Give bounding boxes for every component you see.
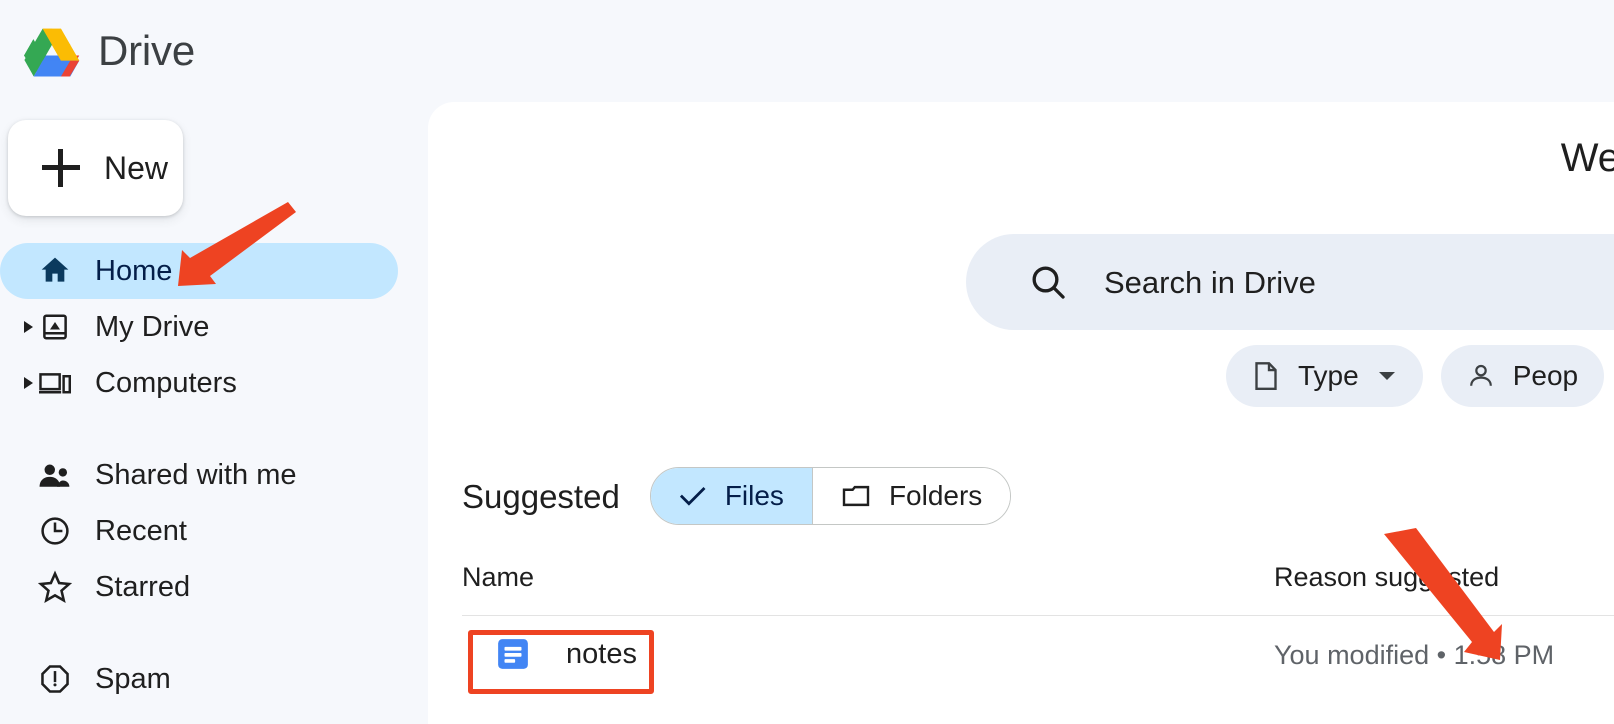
- sidebar-item-label: Starred: [95, 570, 191, 603]
- file-cell-notes[interactable]: notes: [462, 622, 671, 686]
- google-drive-app: Drive New Home My Drive Computers Shared…: [0, 0, 1614, 724]
- search-input[interactable]: Search in Drive: [966, 234, 1614, 330]
- google-drive-logo-icon: [24, 28, 80, 77]
- sidebar-item-label: Computers: [95, 366, 237, 399]
- sidebar-item-label: Spam: [95, 662, 171, 695]
- file-name: notes: [566, 637, 637, 670]
- sidebar-item-spam[interactable]: Spam: [0, 651, 428, 707]
- suggested-header: Suggested Files Folders: [462, 467, 1012, 525]
- filter-chip-label: Type: [1298, 360, 1359, 391]
- chevron-down-icon: [1378, 372, 1395, 380]
- toggle-folders[interactable]: Folders: [811, 468, 1011, 524]
- filter-chip-label: Peop: [1512, 360, 1579, 391]
- computer-icon: [38, 366, 72, 400]
- sidebar-item-label: Recent: [95, 514, 187, 547]
- sidebar-item-shared-with-me[interactable]: Shared with me: [0, 447, 428, 503]
- toggle-files[interactable]: Files: [650, 468, 812, 524]
- new-button-label: New: [104, 150, 169, 186]
- column-header-name: Name: [462, 562, 535, 592]
- google-docs-icon: [498, 639, 528, 669]
- nav-divider-gap-2: [0, 615, 428, 651]
- new-button[interactable]: New: [8, 120, 183, 216]
- person-icon: [1469, 364, 1492, 386]
- clock-icon: [38, 514, 72, 548]
- search-placeholder: Search in Drive: [1104, 264, 1316, 300]
- sidebar-item-my-drive[interactable]: My Drive: [0, 299, 428, 355]
- brand-header[interactable]: Drive: [22, 16, 195, 86]
- sidebar-nav: Home My Drive Computers Shared with me R…: [0, 243, 428, 707]
- plus-icon: [42, 149, 80, 187]
- column-header-reason-suggested: Reason suggested: [1274, 562, 1500, 592]
- sidebar-item-label: Shared with me: [95, 458, 297, 491]
- table-header-row: Name Reason suggested: [462, 562, 1614, 616]
- sidebar-item-recent[interactable]: Recent: [0, 503, 428, 559]
- toggle-files-label: Files: [724, 480, 784, 511]
- chevron-right-icon[interactable]: [22, 320, 36, 334]
- sidebar-item-label: My Drive: [95, 310, 210, 343]
- check-icon: [679, 487, 706, 506]
- search-icon: [1032, 266, 1065, 299]
- filter-chips: Type Peop: [1226, 345, 1605, 407]
- suggested-title: Suggested: [462, 477, 620, 515]
- files-folders-toggle: Files Folders: [649, 467, 1012, 525]
- folder-icon: [842, 485, 870, 507]
- sidebar: Drive New Home My Drive Computers Shared…: [0, 0, 428, 724]
- filter-chip-type[interactable]: Type: [1226, 345, 1423, 407]
- table-row[interactable]: notes You modified • 1:58 PM: [462, 616, 1614, 692]
- sidebar-item-home[interactable]: Home: [0, 243, 398, 299]
- people-icon: [38, 458, 72, 492]
- filter-chip-people[interactable]: Peop: [1440, 345, 1605, 407]
- reason-suggested-cell: You modified • 1:58 PM: [1274, 640, 1555, 670]
- chevron-right-icon[interactable]: [22, 376, 36, 390]
- home-icon: [38, 254, 72, 288]
- sidebar-item-computers[interactable]: Computers: [0, 355, 428, 411]
- brand-name: Drive: [98, 27, 196, 74]
- my-drive-icon: [38, 310, 72, 344]
- nav-divider-gap: [0, 411, 428, 447]
- sidebar-item-label: Home: [95, 254, 173, 287]
- sidebar-item-starred[interactable]: Starred: [0, 559, 428, 615]
- toggle-folders-label: Folders: [888, 480, 983, 511]
- spam-icon: [38, 662, 72, 696]
- file-icon: [1255, 362, 1277, 390]
- star-icon: [38, 570, 72, 604]
- page-title: We: [1560, 136, 1614, 180]
- main-content-panel: We Search in Drive Type Peop Suggested F…: [428, 102, 1614, 724]
- suggested-files-table: Name Reason suggested notes You modified…: [462, 562, 1614, 692]
